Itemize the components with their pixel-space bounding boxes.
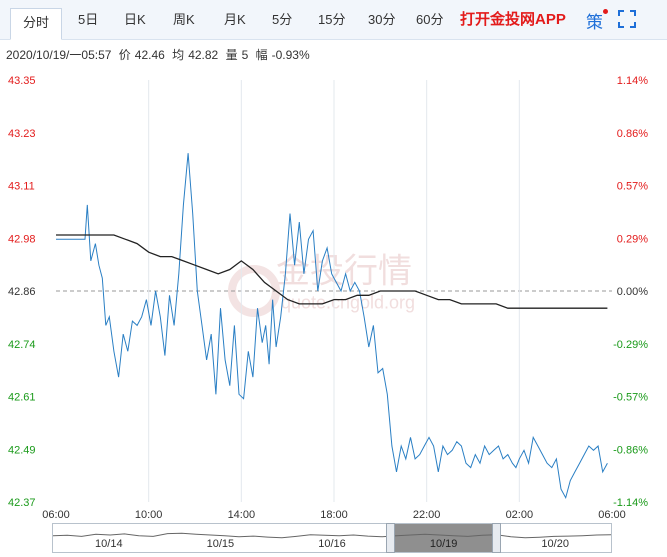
y-tick-right: -1.14%: [613, 497, 648, 509]
x-tick: 02:00: [506, 509, 534, 521]
notification-dot: [603, 9, 608, 14]
tab-60-min[interactable]: 60分: [416, 9, 443, 31]
tab-daily-k[interactable]: 日K: [124, 9, 146, 31]
open-app-link[interactable]: 打开金投网APP: [460, 9, 566, 31]
y-tick-left: 42.98: [8, 233, 36, 245]
tab-5-min[interactable]: 5分: [272, 9, 292, 31]
y-tick-left: 42.86: [8, 286, 36, 298]
y-tick-right: 0.86%: [617, 128, 648, 140]
tab-weekly-k[interactable]: 周K: [173, 9, 195, 31]
x-tick: 18:00: [320, 509, 348, 521]
y-tick-right: 0.57%: [617, 181, 648, 193]
y-tick-left: 43.11: [8, 181, 35, 193]
y-tick-left: 42.49: [8, 444, 36, 456]
tab-5-day[interactable]: 5日: [78, 9, 98, 31]
fullscreen-icon[interactable]: [618, 10, 636, 28]
navigator-date-label: 10/20: [541, 538, 569, 550]
navigator-right-handle[interactable]: [491, 523, 501, 553]
y-tick-right: 0.00%: [617, 286, 648, 298]
tab-30-min[interactable]: 30分: [368, 9, 395, 31]
y-tick-right: 1.14%: [617, 75, 648, 87]
x-tick: 06:00: [598, 509, 626, 521]
y-tick-right: -0.29%: [613, 339, 648, 351]
tab-monthly-k[interactable]: 月K: [224, 9, 246, 31]
price-line: [56, 153, 608, 500]
y-tick-left: 42.37: [8, 497, 36, 509]
navigator-overview: 10/14 10/15 10/16 10/19 10/20: [52, 524, 612, 552]
navigator-date-label: 10/16: [318, 538, 346, 550]
x-tick: 22:00: [413, 509, 441, 521]
navigator-left-handle[interactable]: [385, 523, 395, 553]
y-tick-left: 42.61: [8, 392, 36, 404]
time-navigator[interactable]: 10/14 10/15 10/16 10/19 10/20: [52, 523, 612, 553]
navigator-date-label: 10/15: [207, 538, 235, 550]
y-tick-right: -0.86%: [613, 444, 648, 456]
navigator-date-label: 10/14: [95, 538, 123, 550]
x-tick: 10:00: [135, 509, 163, 521]
x-tick: 14:00: [228, 509, 256, 521]
navigator-date-label: 10/19: [430, 538, 458, 550]
y-tick-left: 43.23: [8, 128, 36, 140]
y-tick-right: -0.57%: [613, 392, 648, 404]
intraday-chart[interactable]: 金投行情quote.cngold.org 43.35 1.14% 43.23 0.86%…: [0, 60, 667, 523]
period-tab-bar: 分时 5日 日K 周K 月K 5分 15分 30分 60分 打开金投网APP 策: [0, 0, 667, 40]
y-tick-left: 42.74: [8, 339, 36, 351]
y-tick-right: 0.29%: [617, 233, 648, 245]
tab-15-min[interactable]: 15分: [318, 9, 345, 31]
strategy-icon[interactable]: 策: [586, 8, 603, 33]
watermark-en: quote.cngold.org: [281, 292, 415, 312]
watermark-cn: 金投行情: [276, 252, 412, 290]
tab-intraday[interactable]: 分时: [10, 8, 63, 40]
x-tick: 06:00: [42, 509, 70, 521]
y-tick-left: 43.35: [8, 75, 36, 87]
